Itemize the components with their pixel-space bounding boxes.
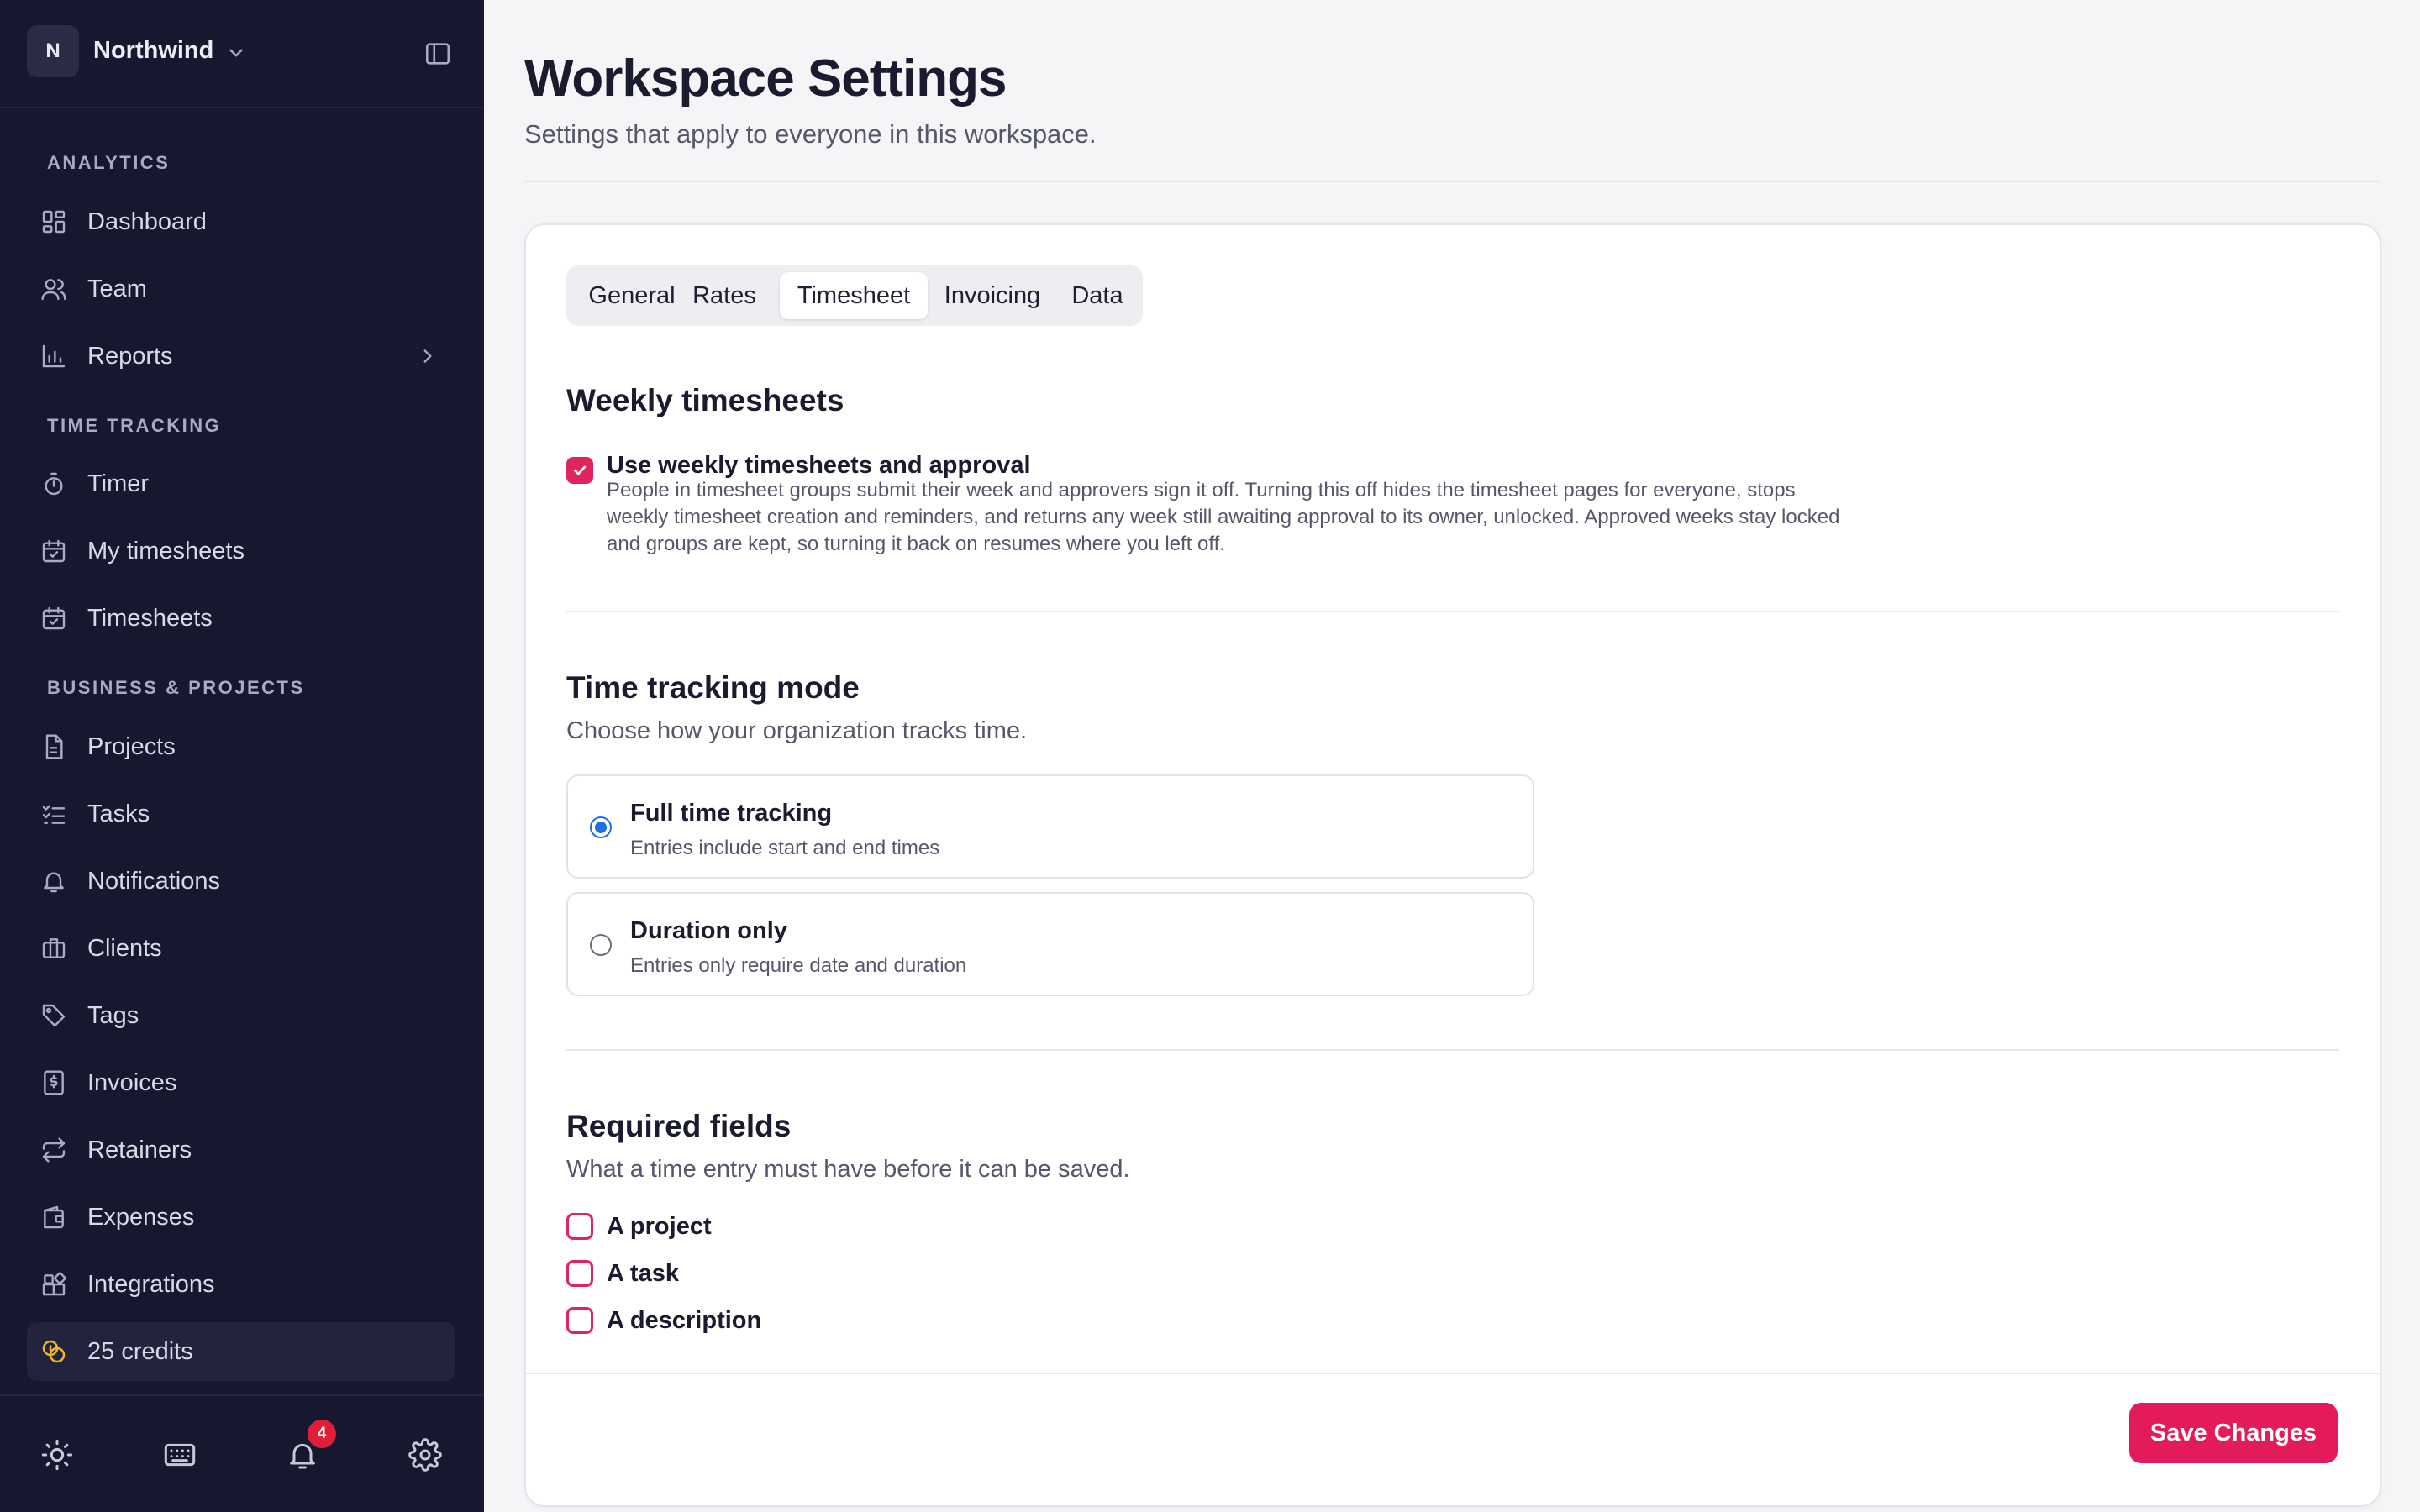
radio-option-full-time-tracking[interactable]: Full time tracking Entries include start… [566, 774, 1534, 879]
sun-icon[interactable] [40, 1438, 74, 1472]
weekly-timesheets-heading: Weekly timesheets [566, 383, 844, 417]
sidebar-item-dashboard[interactable]: Dashboard [27, 192, 455, 251]
wallet-icon [44, 1205, 64, 1229]
sidebar-item-expenses[interactable]: Expenses [27, 1188, 455, 1247]
required-task-label: A task [607, 1260, 679, 1287]
task-list-icon [42, 805, 66, 824]
sidebar-item-label: Notifications [87, 868, 220, 895]
stopwatch-icon [45, 472, 63, 496]
check-icon [573, 465, 587, 475]
sidebar-item-label: Tasks [87, 801, 150, 827]
sidebar-item-retainers[interactable]: Retainers [27, 1121, 455, 1179]
sidebar-item-label: Clients [87, 935, 162, 962]
sidebar-toggle-icon[interactable] [424, 39, 452, 68]
sidebar-item-label: Invoices [87, 1069, 177, 1096]
tracking-mode-heading: Time tracking mode [566, 670, 860, 705]
required-project-label: A project [607, 1213, 712, 1240]
settings-tabs: General Rates Timesheet Invoicing Data [566, 265, 1143, 326]
sidebar-item-label: Retainers [87, 1137, 192, 1163]
radio-option-title: Duration only [630, 917, 787, 944]
sidebar-item-label: Reports [87, 343, 173, 370]
section-label-time-tracking: TIME TRACKING [47, 415, 222, 436]
tab-general[interactable]: General [573, 272, 691, 319]
tracking-mode-description: Choose how your organization tracks time… [566, 717, 1028, 744]
radio-option-description: Entries only require date and duration [630, 954, 967, 977]
sidebar-item-label: Integrations [87, 1271, 215, 1298]
workspace-name: Northwind [93, 37, 214, 64]
sidebar-item-clients[interactable]: Clients [27, 919, 455, 978]
document-icon [45, 734, 63, 759]
required-description-checkbox[interactable] [566, 1307, 593, 1334]
sidebar-item-label: Tags [87, 1002, 139, 1029]
tab-rates[interactable]: Rates [691, 272, 758, 319]
sidebar-footer [0, 1394, 484, 1512]
required-project-checkbox[interactable] [566, 1213, 593, 1240]
sidebar-item-timesheets[interactable]: Timesheets [27, 589, 455, 648]
card-footer-divider [526, 1373, 2380, 1374]
calendar-check-icon [42, 539, 66, 563]
sidebar-item-team[interactable]: Team [27, 260, 455, 318]
sidebar-item-label: Timesheets [87, 605, 213, 632]
sidebar-item-my-timesheets[interactable]: My timesheets [27, 522, 455, 580]
section-divider [566, 611, 2339, 612]
radio-button[interactable] [590, 816, 612, 838]
workspace-avatar: N [27, 25, 79, 77]
tab-timesheet[interactable]: Timesheet [780, 272, 928, 319]
tag-icon [42, 1004, 66, 1027]
sidebar-item-invoices[interactable]: Invoices [27, 1053, 455, 1112]
bell-icon [44, 872, 64, 893]
weekly-timesheets-checkbox[interactable] [566, 457, 593, 484]
sidebar-item-label: Team [87, 276, 147, 302]
credits-label: 25 credits [87, 1338, 193, 1365]
bar-chart-icon [42, 344, 66, 368]
sidebar: N Northwind ANALYTICS Dashboard Team Rep… [0, 0, 484, 1512]
workspace-switcher[interactable]: N Northwind [0, 0, 484, 108]
sidebar-item-label: Timer [87, 470, 150, 497]
sidebar-item-notifications[interactable]: Notifications [27, 852, 455, 911]
chevron-right-icon [424, 349, 432, 363]
tab-data[interactable]: Data [1064, 272, 1131, 319]
section-label-analytics: ANALYTICS [47, 152, 171, 173]
users-icon [41, 279, 66, 301]
sidebar-item-label: My timesheets [87, 538, 245, 564]
dashboard-icon [42, 210, 66, 234]
page-subtitle: Settings that apply to everyone in this … [524, 119, 1097, 149]
weekly-timesheets-label: Use weekly timesheets and approval [607, 452, 1031, 479]
chevron-down-icon [229, 49, 243, 57]
header-divider [524, 181, 2380, 182]
section-divider [566, 1049, 2339, 1051]
tab-invoicing[interactable]: Invoicing [929, 272, 1055, 319]
sidebar-item-label: Projects [87, 733, 176, 760]
page-title: Workspace Settings [524, 50, 1007, 108]
required-task-checkbox[interactable] [566, 1260, 593, 1287]
invoice-icon [44, 1070, 64, 1095]
sidebar-item-label: Dashboard [87, 208, 207, 235]
sidebar-item-label: Expenses [87, 1204, 195, 1231]
required-fields-heading: Required fields [566, 1109, 792, 1143]
radio-option-description: Entries include start and end times [630, 837, 940, 859]
gear-icon[interactable] [408, 1438, 442, 1472]
sidebar-item-integrations[interactable]: Integrations [27, 1255, 455, 1314]
calendar-check-icon [42, 606, 66, 630]
radio-option-duration-only[interactable]: Duration only Entries only require date … [566, 892, 1534, 996]
integrations-icon [42, 1272, 66, 1296]
coins-icon [42, 1340, 66, 1363]
briefcase-icon [42, 938, 66, 958]
weekly-timesheets-help: People in timesheet groups submit their … [607, 479, 1840, 555]
radio-option-title: Full time tracking [630, 800, 833, 827]
radio-button[interactable] [590, 934, 612, 956]
repeat-icon [42, 1137, 66, 1163]
required-description-label: A description [607, 1307, 762, 1334]
keyboard-icon[interactable] [163, 1438, 197, 1472]
sidebar-item-reports[interactable]: Reports [27, 327, 455, 386]
notification-count-badge: 4 [308, 1420, 336, 1448]
sidebar-item-tags[interactable]: Tags [27, 986, 455, 1045]
required-fields-description: What a time entry must have before it ca… [566, 1156, 1130, 1183]
sidebar-item-timer[interactable]: Timer [27, 454, 455, 513]
sidebar-item-tasks[interactable]: Tasks [27, 785, 455, 843]
section-label-business-projects: BUSINESS & PROJECTS [47, 677, 305, 698]
save-changes-button[interactable]: Save Changes [2129, 1403, 2338, 1463]
sidebar-item-projects[interactable]: Projects [27, 717, 455, 776]
credits-item[interactable]: 25 credits [27, 1322, 455, 1381]
